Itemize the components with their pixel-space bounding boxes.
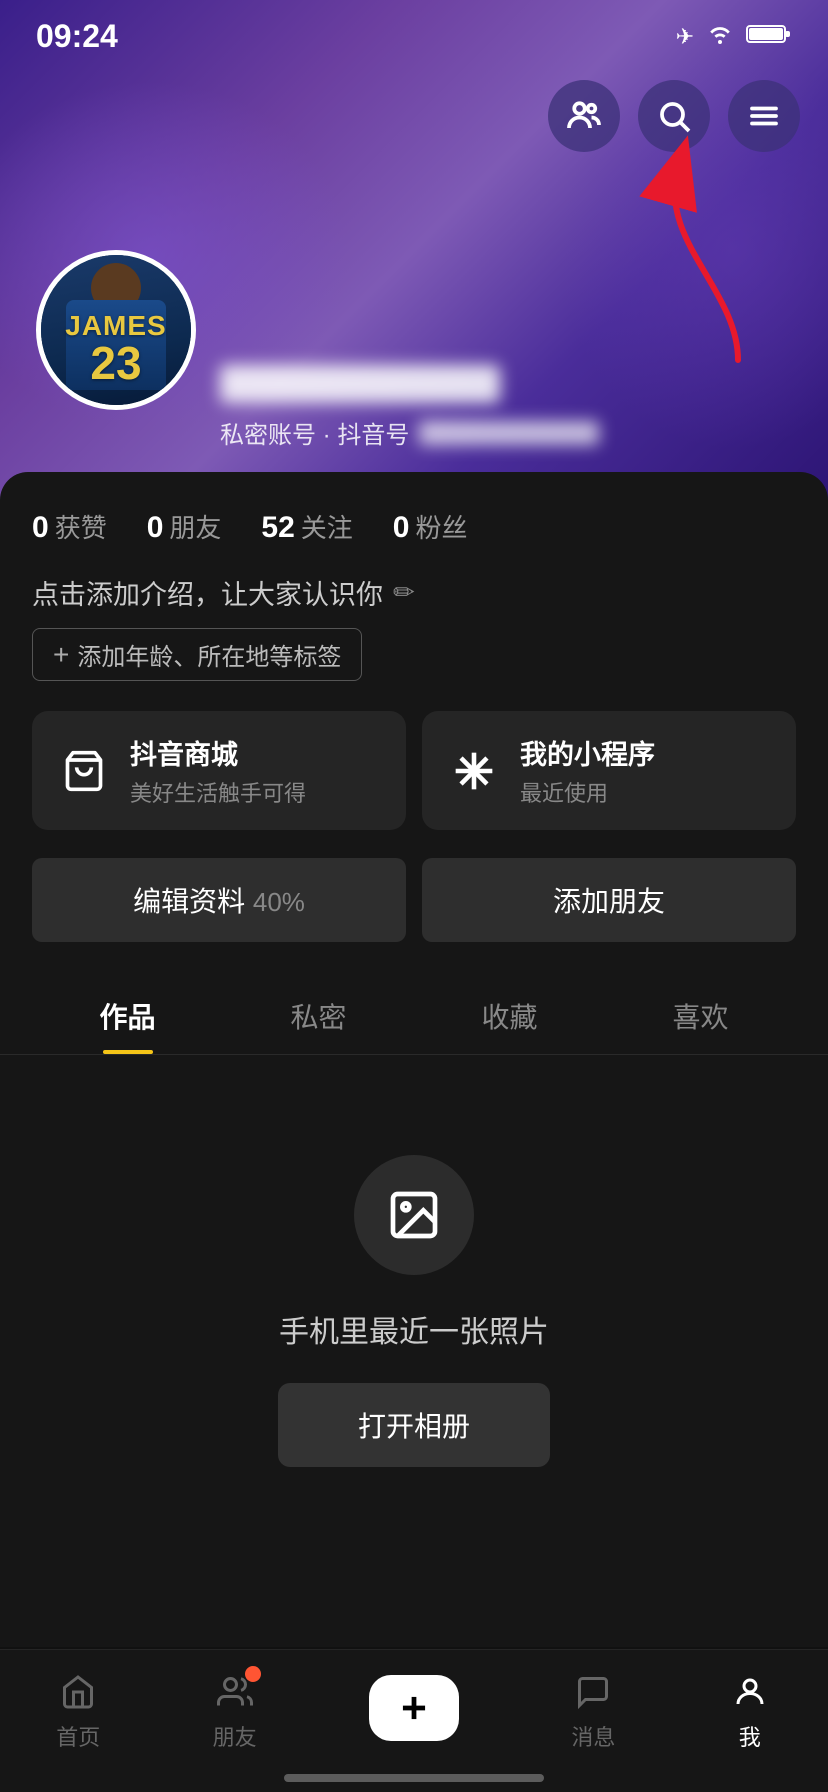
tab-works[interactable]: 作品 xyxy=(32,974,223,1054)
add-tags-button[interactable]: + 添加年龄、所在地等标签 xyxy=(32,628,362,681)
tab-collect[interactable]: 收藏 xyxy=(414,974,605,1054)
nav-messages[interactable]: 消息 xyxy=(571,1670,615,1752)
image-icon xyxy=(386,1187,442,1243)
following-count: 52 xyxy=(261,511,294,545)
stat-likes[interactable]: 0 获赞 xyxy=(32,508,107,545)
open-album-label: 打开相册 xyxy=(358,1411,470,1442)
add-friend-button[interactable]: 添加朋友 xyxy=(422,858,796,942)
tag-btn-label: 添加年龄、所在地等标签 xyxy=(77,637,341,672)
action-buttons-row: 编辑资料 40% 添加朋友 xyxy=(32,858,796,942)
avatar: JAMES 23 xyxy=(36,250,196,410)
feature-cards-row: 抖音商城 美好生活触手可得 我的小程序 最近使用 xyxy=(32,711,796,830)
empty-text: 手机里最近一张照片 xyxy=(279,1307,549,1351)
friends-count: 0 xyxy=(147,511,164,545)
nav-profile[interactable]: 我 xyxy=(728,1670,772,1752)
menu-icon xyxy=(746,98,782,134)
friends-icon xyxy=(566,98,602,134)
followers-count: 0 xyxy=(393,511,410,545)
profile-header: JAMES 23 私密账号 · 抖音号 xyxy=(0,0,828,500)
bio-edit-icon: ✏ xyxy=(393,577,415,608)
bio-text: 点击添加介绍，让大家认识你 xyxy=(32,573,383,612)
menu-icon-btn[interactable] xyxy=(728,80,800,152)
edit-profile-button[interactable]: 编辑资料 40% xyxy=(32,858,406,942)
profile-label: 我 xyxy=(739,1720,761,1752)
create-button[interactable] xyxy=(369,1675,459,1741)
search-icon-btn[interactable] xyxy=(638,80,710,152)
mall-subtitle: 美好生活触手可得 xyxy=(130,776,306,808)
tab-like[interactable]: 喜欢 xyxy=(605,974,796,1054)
user-id-blurred xyxy=(419,421,599,445)
likes-label: 获赞 xyxy=(55,508,107,545)
user-info: 私密账号 · 抖音号 xyxy=(220,365,808,450)
friends-nav-icon xyxy=(213,1670,257,1714)
plus-icon: + xyxy=(53,639,69,671)
cart-icon xyxy=(56,743,112,799)
tab-works-label: 作品 xyxy=(99,1002,155,1033)
friends-icon-btn[interactable] xyxy=(548,80,620,152)
stat-followers[interactable]: 0 粉丝 xyxy=(393,508,468,545)
home-label: 首页 xyxy=(56,1720,100,1752)
wifi-icon xyxy=(706,22,734,52)
mall-card[interactable]: 抖音商城 美好生活触手可得 xyxy=(32,711,406,830)
plus-icon xyxy=(395,1689,433,1727)
mall-title: 抖音商城 xyxy=(130,733,306,772)
status-bar: 09:24 ✈ xyxy=(0,0,828,65)
jersey-name-text: JAMES xyxy=(65,312,166,340)
search-icon xyxy=(656,98,692,134)
user-sub: 私密账号 · 抖音号 xyxy=(220,415,808,450)
open-album-button[interactable]: 打开相册 xyxy=(278,1383,550,1467)
tab-private[interactable]: 私密 xyxy=(223,974,414,1054)
following-label: 关注 xyxy=(301,508,353,545)
miniapp-title: 我的小程序 xyxy=(520,733,655,772)
nav-friends[interactable]: 朋友 xyxy=(213,1670,257,1752)
stat-following[interactable]: 52 关注 xyxy=(261,508,352,545)
profile-completion: 40% xyxy=(253,887,305,917)
followers-label: 粉丝 xyxy=(415,508,467,545)
top-icons xyxy=(548,80,800,152)
message-icon xyxy=(571,1670,615,1714)
tab-collect-label: 收藏 xyxy=(481,1002,537,1033)
jersey-number-text: 23 xyxy=(90,340,141,386)
nav-home[interactable]: 首页 xyxy=(56,1670,100,1752)
airplane-icon: ✈ xyxy=(676,24,694,50)
empty-icon-circle xyxy=(354,1155,474,1275)
status-time: 09:24 xyxy=(36,18,118,55)
user-name-blurred xyxy=(220,365,500,403)
messages-label: 消息 xyxy=(571,1720,615,1752)
miniapp-card[interactable]: 我的小程序 最近使用 xyxy=(422,711,796,830)
battery-icon xyxy=(746,22,792,52)
bottom-nav: 首页 朋友 消息 我 xyxy=(0,1649,828,1792)
avatar-container[interactable]: JAMES 23 xyxy=(36,250,196,410)
likes-count: 0 xyxy=(32,511,49,545)
tabs-row: 作品 私密 收藏 喜欢 xyxy=(0,974,828,1055)
friends-label: 朋友 xyxy=(169,508,221,545)
tab-like-label: 喜欢 xyxy=(672,1002,728,1033)
asterisk-icon xyxy=(446,743,502,799)
nav-create[interactable] xyxy=(369,1675,459,1747)
stat-friends[interactable]: 0 朋友 xyxy=(147,508,222,545)
mall-info: 抖音商城 美好生活触手可得 xyxy=(130,733,306,808)
status-icons: ✈ xyxy=(676,22,792,52)
profile-nav-icon xyxy=(728,1670,772,1714)
home-indicator xyxy=(284,1774,544,1782)
main-content: 0 获赞 0 朋友 52 关注 0 粉丝 点击添加介绍，让大家认识你 ✏ + 添… xyxy=(0,472,828,1647)
friends-notification-dot xyxy=(245,1666,261,1682)
miniapp-info: 我的小程序 最近使用 xyxy=(520,733,655,808)
bio-area[interactable]: 点击添加介绍，让大家认识你 ✏ xyxy=(32,573,796,612)
miniapp-subtitle: 最近使用 xyxy=(520,776,655,808)
home-icon xyxy=(56,1670,100,1714)
empty-state: 手机里最近一张照片 打开相册 xyxy=(32,1055,796,1527)
add-friend-label: 添加朋友 xyxy=(553,886,665,917)
friends-label: 朋友 xyxy=(213,1720,257,1752)
avatar-inner: JAMES 23 xyxy=(41,255,191,405)
tab-private-label: 私密 xyxy=(290,1002,346,1033)
stats-row: 0 获赞 0 朋友 52 关注 0 粉丝 xyxy=(32,508,796,545)
private-account-label: 私密账号 · 抖音号 xyxy=(220,415,409,450)
